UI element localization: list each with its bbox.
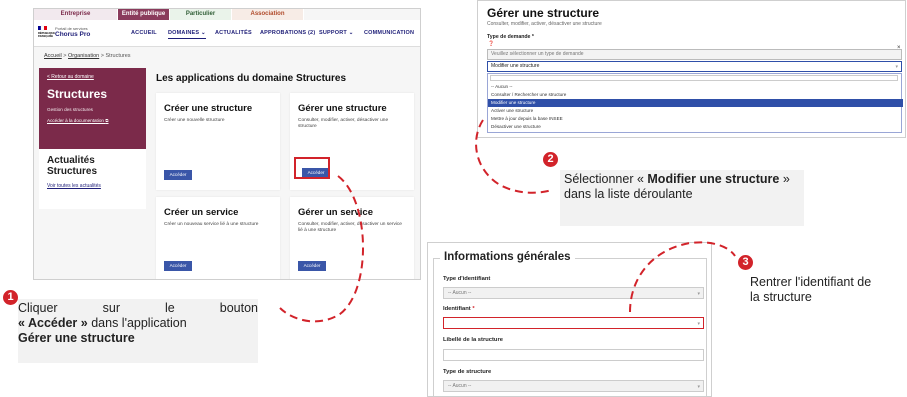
step1-callout: Cliquer sur le bouton « Accéder » dans l… xyxy=(18,299,258,363)
type-structure-value: -- Aucun -- xyxy=(448,383,472,389)
breadcrumb: Accueil > Organisation > Structures xyxy=(44,53,131,59)
breadcrumb-home[interactable]: Accueil xyxy=(44,53,62,59)
selected-value: Modifier une structure xyxy=(491,63,540,69)
step3-callout: Rentrer l'identifiant de la structure xyxy=(746,273,880,335)
page-subtitle: Consulter, modifier, activer, désactiver… xyxy=(487,21,602,27)
type-structure-select[interactable]: -- Aucun -- ▾ xyxy=(443,380,704,392)
step2-bold-option: Modifier une structure xyxy=(647,172,780,186)
identifiant-input[interactable]: ▾ xyxy=(443,317,704,329)
nav-support[interactable]: SUPPORT ⌄ xyxy=(319,30,354,36)
close-icon[interactable]: × xyxy=(897,45,901,51)
type-structure-label: Type de structure xyxy=(443,369,492,375)
tab-particulier[interactable]: Particulier xyxy=(170,9,232,20)
domain-description: Gestion des structures xyxy=(47,107,93,112)
card-description: Créer une nouvelle structure xyxy=(164,118,225,123)
card-title: Gérer un service xyxy=(298,207,373,218)
tab-entite-publique[interactable]: Entité publique xyxy=(118,9,170,20)
domain-title: Structures xyxy=(47,87,108,101)
dropdown-option-selected[interactable]: Modifier une structure xyxy=(488,99,903,107)
back-to-domain-link[interactable]: < Retour au domaine xyxy=(47,74,138,80)
dropdown-option[interactable]: -- Aucun -- xyxy=(488,83,903,91)
card-title: Gérer une structure xyxy=(298,103,387,114)
external-link-icon: ⧉ xyxy=(105,118,109,123)
dropdown-list: -- Aucun -- Consulter / Rechercher une s… xyxy=(487,73,903,133)
logo-brand-text: Chorus Pro xyxy=(55,31,91,38)
nav-support-label: SUPPORT xyxy=(319,30,347,36)
step-number-badge: 2 xyxy=(543,152,558,167)
card-title: Créer une structure xyxy=(164,103,253,114)
documentation-link-label: Accéder à la documentation xyxy=(47,118,104,123)
documentation-link[interactable]: Accéder à la documentation ⧉ xyxy=(47,118,138,123)
acceder-button[interactable]: Accéder xyxy=(298,261,326,271)
libelle-structure-input[interactable] xyxy=(443,349,704,361)
structures-domain-screenshot: Entreprise Entité publique Particulier A… xyxy=(33,8,421,280)
step1-bold-app: Gérer une structure xyxy=(18,331,135,345)
type-demande-select[interactable]: Veuillez sélectionner un type de demande xyxy=(487,49,902,60)
chevron-down-icon: ▾ xyxy=(895,64,898,70)
nav-actualites[interactable]: ACTUALITÉS xyxy=(215,30,252,36)
dropdown-option[interactable]: Activer une structure xyxy=(488,107,903,115)
nav-approbations[interactable]: APPROBATIONS (2) xyxy=(260,30,315,36)
identifiant-label-text: Identifiant xyxy=(443,306,471,312)
breadcrumb-current: Structures xyxy=(105,53,131,59)
main-nav: RÉPUBLIQUE FRANÇAISE Portail de services… xyxy=(34,20,420,47)
type-demande-select-open[interactable]: Modifier une structure ▾ xyxy=(487,61,902,72)
nav-communication[interactable]: COMMUNICATION xyxy=(364,30,414,36)
app-card-creer-structure: Créer une structure Créer une nouvelle s… xyxy=(156,93,280,190)
informations-generales-screenshot: Informations générales Type d'identifian… xyxy=(427,242,712,397)
identifiant-label: Identifiant * xyxy=(443,306,475,312)
dropdown-option[interactable]: Mettre à jour depuis la base INSEE xyxy=(488,115,903,123)
type-identifiant-label: Type d'identifiant xyxy=(443,276,491,282)
breadcrumb-organisation[interactable]: Organisation xyxy=(68,53,99,59)
step1-line1: Cliquer sur le bouton xyxy=(18,301,258,315)
fieldset-legend: Informations générales xyxy=(440,251,575,263)
chorus-pro-logo[interactable]: RÉPUBLIQUE FRANÇAISE Portail de services… xyxy=(37,24,97,42)
highlight-box xyxy=(294,157,330,179)
question-icon[interactable]: ❓ xyxy=(488,41,494,47)
step2-pre: Sélectionner « xyxy=(564,172,648,186)
breadcrumb-separator: > xyxy=(100,53,104,59)
domain-side-card: < Retour au domaine Structures Gestion d… xyxy=(39,68,146,149)
nav-domaines[interactable]: DOMAINES ⌄ xyxy=(168,30,206,39)
svg-text:FRANÇAISE: FRANÇAISE xyxy=(38,34,53,38)
gerer-structure-screenshot: Gérer une structure Consulter, modifier,… xyxy=(477,0,906,138)
page-title: Gérer une structure xyxy=(487,6,600,20)
type-identifiant-value: -- Aucun -- xyxy=(448,290,472,296)
acceder-button[interactable]: Accéder xyxy=(164,261,192,271)
required-marker: * xyxy=(472,306,475,312)
apps-title: Les applications du domaine Structures xyxy=(156,73,347,84)
step-number-badge: 1 xyxy=(3,290,18,305)
tab-association[interactable]: Association xyxy=(232,9,304,20)
step2-callout: Sélectionner « Modifier une structure » … xyxy=(560,170,804,226)
card-description: Créer un nouveau service lié à une struc… xyxy=(164,222,259,227)
card-description: Consulter, modifier, activer, désactiver… xyxy=(298,118,389,129)
tab-entreprise[interactable]: Entreprise xyxy=(34,9,118,20)
step1-bold-acceder: « Accéder » xyxy=(18,316,88,330)
chevron-down-icon: ▾ xyxy=(697,291,700,297)
type-demande-label: Type de demande * xyxy=(487,34,534,40)
step-number-badge: 3 xyxy=(738,255,753,270)
nav-domaines-label: DOMAINES xyxy=(168,30,200,36)
app-card-creer-service: Créer un service Créer un nouveau servic… xyxy=(156,197,280,279)
acceder-button[interactable]: Accéder xyxy=(164,170,192,180)
dropdown-search-input[interactable] xyxy=(490,75,898,81)
dropdown-option[interactable]: Consulter / Rechercher une structure xyxy=(488,91,903,99)
libelle-structure-label: Libellé de la structure xyxy=(443,337,503,343)
news-title: Actualités Structures xyxy=(47,155,98,177)
card-title: Créer un service xyxy=(164,207,239,218)
chevron-down-icon: ▾ xyxy=(697,384,700,390)
audience-tabs: Entreprise Entité publique Particulier A… xyxy=(34,9,420,20)
news-panel: Actualités Structures Voir toutes les ac… xyxy=(39,149,146,209)
type-identifiant-select[interactable]: -- Aucun -- ▾ xyxy=(443,287,704,299)
breadcrumb-separator: > xyxy=(63,53,67,59)
nav-accueil[interactable]: ACCUEIL xyxy=(131,30,157,36)
app-card-gerer-service: Gérer un service Consulter, modifier, ac… xyxy=(290,197,414,279)
step1-line2-rest: dans l'application xyxy=(87,316,187,330)
card-description: Consulter, modifier, activer, désactiver… xyxy=(298,222,402,233)
all-news-link[interactable]: Voir toutes les actualités xyxy=(47,183,138,189)
chevron-down-icon: ▾ xyxy=(697,321,700,327)
dropdown-option[interactable]: Désactiver une structure xyxy=(488,123,903,131)
